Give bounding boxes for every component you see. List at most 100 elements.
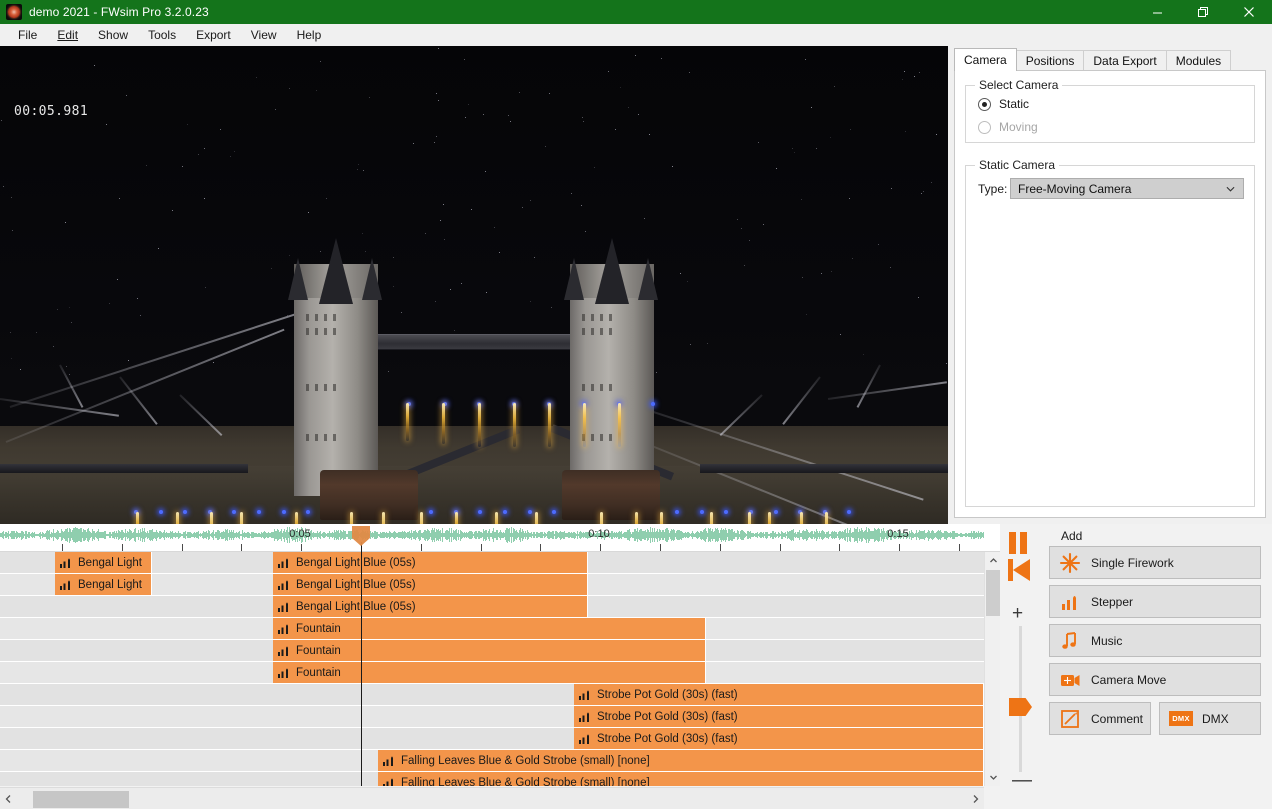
dmx-chip-icon: DMX (1169, 711, 1193, 726)
radio-moving[interactable] (978, 120, 991, 134)
timeline-track[interactable]: Fountain (0, 618, 984, 640)
restore-icon[interactable] (1180, 0, 1226, 24)
comment-pencil-icon (1061, 709, 1079, 728)
timeline-clip[interactable]: Falling Leaves Blue & Gold Strobe (small… (378, 750, 984, 771)
zoom-slider-thumb[interactable] (1009, 698, 1032, 716)
tracks-horizontal-scrollbar[interactable] (0, 787, 984, 809)
ruler-label: 0:05 (289, 528, 311, 540)
menu-help[interactable]: Help (287, 26, 332, 44)
static-camera-title: Static Camera (975, 158, 1060, 172)
timeline-tracks[interactable]: Bengal Light Bengal Light Blue (05s) Ben… (0, 552, 984, 786)
timeline-track[interactable]: Bengal Light Blue (05s) (0, 596, 984, 618)
timeline-track[interactable]: Falling Leaves Blue & Gold Strobe (small… (0, 772, 984, 786)
timeline-track[interactable]: Bengal Light Bengal Light Blue (05s) (0, 552, 984, 574)
viewport-3d[interactable]: 00:05.981 (0, 46, 948, 524)
add-single-firework-label: Single Firework (1091, 555, 1174, 570)
music-note-icon (1062, 631, 1076, 649)
timeline-clip[interactable]: Bengal Light Blue (05s) (273, 552, 588, 573)
timeline-clip[interactable]: Falling Leaves Blue & Gold Strobe (small… (378, 772, 984, 786)
zoom-out-icon[interactable]: — (1012, 770, 1032, 790)
title-bar: demo 2021 - FWsim Pro 3.2.0.23 (0, 0, 1272, 24)
zoom-in-icon[interactable]: + (1012, 604, 1023, 623)
timeline-clip[interactable]: Fountain (273, 662, 706, 683)
timeline-panel: 0:05 0:10 0:15 Bengal Light Bengal Light B… (0, 524, 1000, 809)
scroll-down-icon[interactable] (985, 769, 1001, 786)
radio-static-label: Static (999, 97, 1030, 111)
timeline-clip[interactable]: Strobe Pot Gold (30s) (fast) (574, 706, 984, 727)
timeline-clip-label: Falling Leaves Blue & Gold Strobe (small… (401, 754, 650, 767)
tab-positions[interactable]: Positions (1015, 50, 1085, 71)
menu-show[interactable]: Show (88, 26, 138, 44)
timeline-clip-label: Strobe Pot Gold (30s) (fast) (597, 688, 738, 701)
viewport-timecode: 00:05.981 (14, 104, 89, 119)
right-panel: Camera Positions Data Export Modules Sel… (948, 46, 1272, 524)
radio-static[interactable] (978, 97, 991, 111)
timeline-clip[interactable]: Fountain (273, 640, 706, 661)
timeline-clip[interactable]: Bengal Light (55, 574, 152, 595)
timeline-clip[interactable]: Strobe Pot Gold (30s) (fast) (574, 684, 984, 705)
type-label: Type: (978, 182, 1008, 196)
timeline-clip-label: Bengal Light (78, 556, 142, 569)
radio-row-moving[interactable]: Moving (978, 120, 1038, 134)
pause-icon[interactable] (1008, 532, 1030, 554)
skip-back-icon[interactable] (1008, 559, 1032, 581)
timeline-clip[interactable]: Bengal Light (55, 552, 152, 573)
add-single-firework-button[interactable]: Single Firework (1049, 546, 1261, 579)
minimize-icon[interactable] (1134, 0, 1180, 24)
camera-type-value: Free-Moving Camera (1018, 181, 1132, 196)
menu-edit[interactable]: Edit (47, 26, 88, 44)
transport-controls: + — (1000, 524, 1040, 809)
horizontal-scroll-thumb[interactable] (33, 791, 129, 808)
timeline-clip-label: Strobe Pot Gold (30s) (fast) (597, 732, 738, 745)
close-icon[interactable] (1226, 0, 1272, 24)
tracks-vertical-scrollbar[interactable] (984, 552, 1000, 786)
timeline-clip[interactable]: Fountain (273, 618, 706, 639)
timeline-clip-label: Fountain (296, 644, 341, 657)
timeline-track[interactable]: Falling Leaves Blue & Gold Strobe (small… (0, 750, 984, 772)
stepper-icon (278, 580, 288, 590)
tab-modules[interactable]: Modules (1165, 50, 1232, 71)
ruler-label: 0:10 (588, 528, 610, 540)
menu-export[interactable]: Export (186, 26, 241, 44)
scroll-left-icon[interactable] (0, 788, 17, 809)
timeline-clip[interactable]: Strobe Pot Gold (30s) (fast) (574, 728, 984, 749)
scroll-right-icon[interactable] (967, 788, 984, 809)
window-controls (1134, 0, 1272, 24)
timeline-track[interactable]: Fountain (0, 640, 984, 662)
scroll-up-icon[interactable] (985, 552, 1001, 569)
audio-waveform (0, 526, 984, 544)
vertical-scroll-thumb[interactable] (986, 570, 1000, 616)
timeline-track[interactable]: Bengal Light Bengal Light Blue (05s) (0, 574, 984, 596)
tab-camera[interactable]: Camera (954, 48, 1017, 71)
add-camera-move-button[interactable]: Camera Move (1049, 663, 1261, 696)
stepper-icon (579, 690, 589, 700)
radio-row-static[interactable]: Static (978, 97, 1029, 111)
timeline-clip-label: Fountain (296, 622, 341, 635)
stepper-icon (579, 712, 589, 722)
timeline-clip[interactable]: Bengal Light Blue (05s) (273, 596, 588, 617)
menu-bar: File Edit Show Tools Export View Help (0, 24, 1272, 46)
timeline-ruler[interactable]: 0:05 0:10 0:15 (0, 524, 1000, 552)
add-comment-label: Comment (1091, 711, 1144, 726)
tab-data-export[interactable]: Data Export (1083, 50, 1167, 71)
menu-view[interactable]: View (241, 26, 287, 44)
timeline-clip[interactable]: Bengal Light Blue (05s) (273, 574, 588, 595)
timeline-clip-label: Bengal Light (78, 578, 142, 591)
bridge-pier-right (562, 470, 660, 520)
add-music-button[interactable]: Music (1049, 624, 1261, 657)
panel-tabstrip: Camera Positions Data Export Modules (954, 48, 1232, 71)
menu-tools[interactable]: Tools (138, 26, 186, 44)
add-comment-button[interactable]: Comment (1049, 702, 1151, 735)
timeline-track[interactable]: Strobe Pot Gold (30s) (fast) (0, 684, 984, 706)
camera-type-select[interactable]: Free-Moving Camera (1010, 178, 1244, 199)
timeline-track[interactable]: Fountain (0, 662, 984, 684)
radio-moving-label: Moving (999, 120, 1038, 134)
add-stepper-button[interactable]: Stepper (1049, 585, 1261, 618)
timeline-track[interactable]: Strobe Pot Gold (30s) (fast) (0, 728, 984, 750)
add-dmx-button[interactable]: DMX DMX (1159, 702, 1261, 735)
timeline-clip-label: Bengal Light Blue (05s) (296, 600, 416, 613)
stepper-icon (1062, 595, 1076, 610)
timeline-track[interactable]: Strobe Pot Gold (30s) (fast) (0, 706, 984, 728)
stepper-icon (278, 558, 288, 568)
menu-file[interactable]: File (8, 26, 47, 44)
